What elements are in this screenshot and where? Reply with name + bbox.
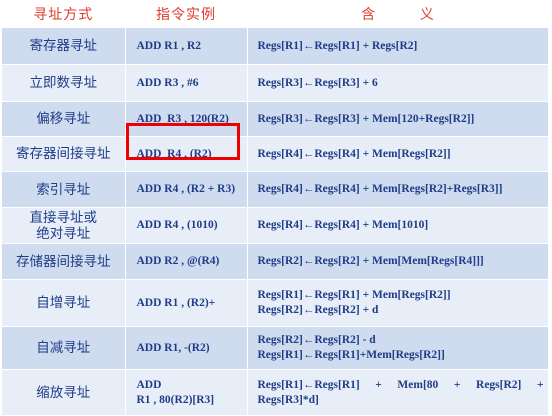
mode-cell: 自减寻址	[2, 326, 126, 370]
highlight-box	[126, 123, 240, 160]
instruction-cell: ADD R1 , (R2)+	[125, 279, 248, 327]
mode-cell: 立即数寻址	[2, 64, 126, 102]
meaning-line: Regs[R3]←Regs[R3] + 6	[257, 76, 378, 89]
meaning-cell: Regs[R1]←Regs[R1] + Regs[R2]	[247, 27, 549, 65]
meaning-cell: Regs[R4]←Regs[R4] + Mem[Regs[R2]]	[247, 136, 549, 172]
meaning-line: Regs[R4]←Regs[R4] + Mem[Regs[R2]]	[257, 147, 451, 160]
meaning-cell: Regs[R2]←Regs[R2] - d Regs[R1]←Regs[R1]+…	[247, 326, 549, 370]
meaning-line: Regs[R3]←Regs[R3] + Mem[120+Regs[R2]]	[257, 112, 475, 125]
table-row: 立即数寻址 ADD R3 , #6 Regs[R3]←Regs[R3] + 6	[2, 64, 549, 102]
meaning-cell: Regs[R2]←Regs[R2] + Mem[Mem[Regs[R4]]]	[247, 243, 549, 280]
mode-cell: 寄存器寻址	[2, 27, 126, 65]
header-row: 寻址方式 指令实例 含 义	[2, 0, 549, 28]
meaning-line: Regs[R2]←Regs[R2] + d	[257, 304, 379, 316]
instruction-cell: ADD R3 , #6	[125, 64, 248, 102]
meaning-line: Regs[R1]←Regs[R1] + Regs[R2]	[257, 39, 418, 52]
mode-line: 直接寻址或	[29, 209, 98, 226]
table-row: 自增寻址 ADD R1 , (R2)+ Regs[R1]←Regs[R1] + …	[2, 279, 549, 327]
mode-cell: 缩放寻址	[2, 369, 126, 416]
meaning-cell: Regs[R1]←Regs[R1] + Mem[80 + Regs[R2] + …	[247, 369, 549, 416]
meaning-line: Regs[R4]←Regs[R4] + Mem[Regs[R2]+Regs[R3…	[257, 183, 503, 195]
mode-line: 绝对寻址	[36, 225, 91, 242]
header-meaning: 含 义	[247, 0, 549, 28]
meaning-line: Regs[R2]←Regs[R2] - d	[257, 334, 376, 346]
header-instruction: 指令实例	[125, 0, 248, 28]
table-row: 存储器间接寻址 ADD R2 , @(R4) Regs[R2]←Regs[R2]…	[2, 243, 549, 280]
mode-cell: 偏移寻址	[2, 101, 126, 137]
table-row: 寄存器寻址 ADD R1 , R2 Regs[R1]←Regs[R1] + Re…	[2, 27, 549, 65]
meaning-line: Regs[R1]←Regs[R1]+Mem[Regs[R2]]	[257, 349, 445, 361]
mode-cell: 索引寻址	[2, 171, 126, 208]
mode-cell: 自增寻址	[2, 279, 126, 327]
addressing-modes-table: 寻址方式 指令实例 含 义 寄存器寻址 ADD R1 , R2 Regs[R1]…	[2, 0, 549, 416]
meaning-cell: Regs[R4]←Regs[R4] + Mem[1010]	[247, 207, 549, 244]
meaning-cell: Regs[R1]←Regs[R1] + Mem[Regs[R2]] Regs[R…	[247, 279, 549, 327]
table-row: 索引寻址 ADD R4 , (R2 + R3) Regs[R4]←Regs[R4…	[2, 171, 549, 208]
table-row-highlighted: 寄存器间接寻址 ADD R4 , (R2) Regs[R4]←Regs[R4] …	[2, 136, 549, 172]
instruction-cell: ADD R4 , (R2 + R3)	[125, 171, 248, 208]
instruction-cell: ADD R1 , R2	[125, 27, 248, 65]
table-row: 直接寻址或 绝对寻址 ADD R4 , (1010) Regs[R4]←Regs…	[2, 207, 549, 244]
meaning-line: Regs[R1]←Regs[R1] + Mem[Regs[R2]]	[257, 289, 451, 301]
instruction-line: R1 , 80(R2)[R3]	[136, 393, 215, 406]
mode-cell: 存储器间接寻址	[2, 243, 126, 280]
table-row: 缩放寻址 ADD R1 , 80(R2)[R3] Regs[R1]←Regs[R…	[2, 369, 549, 416]
table-row: 偏移寻址 ADD R3 , 120(R2) Regs[R3]←Regs[R3] …	[2, 101, 549, 137]
meaning-line: Regs[R4]←Regs[R4] + Mem[1010]	[257, 219, 429, 231]
meaning-cell: Regs[R3]←Regs[R3] + Mem[120+Regs[R2]]	[247, 101, 549, 137]
meaning-line: Regs[R2]←Regs[R2] + Mem[Mem[Regs[R4]]]	[257, 255, 484, 267]
mode-cell: 直接寻址或 绝对寻址	[2, 207, 126, 244]
instruction-cell: ADD R4 , (1010)	[125, 207, 248, 244]
header-mode: 寻址方式	[2, 0, 126, 28]
meaning-cell: Regs[R3]←Regs[R3] + 6	[247, 64, 549, 102]
meaning-cell: Regs[R4]←Regs[R4] + Mem[Regs[R2]+Regs[R3…	[247, 171, 549, 208]
mode-cell: 寄存器间接寻址	[2, 136, 126, 172]
table-row: 自减寻址 ADD R1, -(R2) Regs[R2]←Regs[R2] - d…	[2, 326, 549, 370]
instruction-cell: ADD R1, -(R2)	[125, 326, 248, 370]
instruction-cell: ADD R1 , 80(R2)[R3]	[125, 369, 248, 416]
instruction-cell: ADD R2 , @(R4)	[125, 243, 248, 280]
instruction-line: ADD	[136, 378, 162, 391]
